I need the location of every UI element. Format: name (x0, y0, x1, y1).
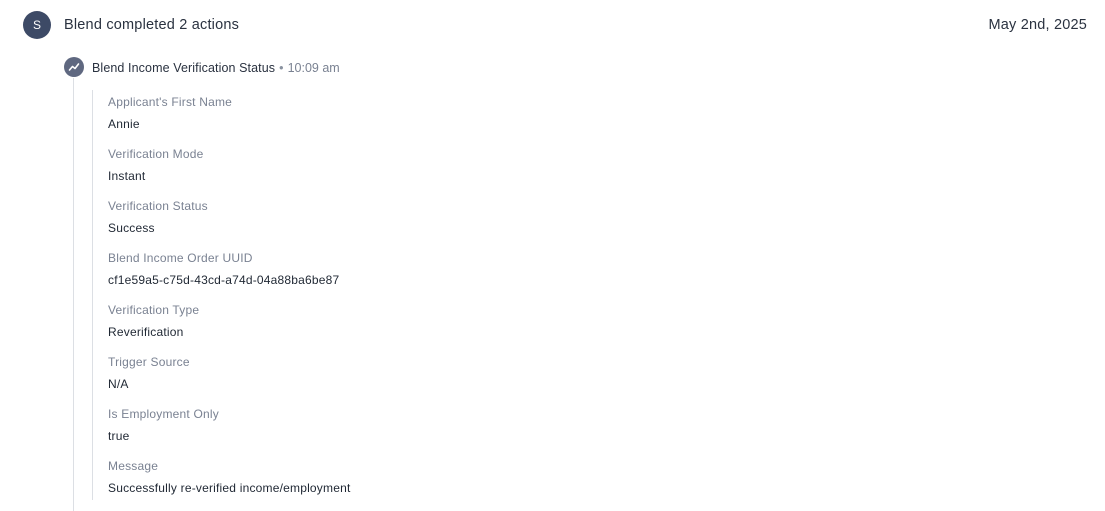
field-value: N/A (108, 377, 129, 391)
field-label: Verification Mode (108, 147, 204, 161)
field-message: Message Successfully re-verified income/… (108, 459, 351, 495)
field-value: true (108, 429, 130, 443)
field-label: Message (108, 459, 159, 473)
field-value: Reverification (108, 325, 184, 339)
field-label: Trigger Source (108, 355, 190, 369)
action-header: Blend Income Verification Status • 10:09 a… (92, 60, 340, 76)
avatar-letter: S (32, 18, 41, 32)
action-separator: • (279, 61, 284, 75)
field-applicant-first-name: Applicant's First Name Annie (108, 95, 232, 131)
field-verification-type: Verification Type Reverification (108, 303, 199, 339)
field-value: Annie (108, 117, 140, 131)
field-trigger-source: Trigger Source N/A (108, 355, 190, 391)
trend-line-icon (64, 57, 84, 77)
activity-title: Blend completed 2 actions (64, 17, 240, 33)
activity-date: May 2nd, 2025 (988, 17, 1087, 33)
details-divider (92, 90, 93, 500)
field-label: Verification Status (108, 199, 208, 213)
field-label: Blend Income Order UUID (108, 251, 253, 265)
action-time: 10:09 am (287, 61, 340, 75)
timeline-line (73, 78, 74, 511)
field-value: cf1e59a5-c75d-43cd-a74d-04a88ba6be87 (108, 273, 340, 287)
field-employment-only: Is Employment Only true (108, 407, 219, 443)
field-label: Is Employment Only (108, 407, 219, 421)
field-label: Verification Type (108, 303, 200, 317)
field-label: Applicant's First Name (108, 95, 233, 109)
avatar[interactable]: S (23, 11, 51, 39)
field-value: Instant (108, 169, 146, 183)
field-order-uuid: Blend Income Order UUID cf1e59a5-c75d-43… (108, 251, 339, 287)
field-verification-mode: Verification Mode Instant (108, 147, 203, 183)
field-value: Success (108, 221, 155, 235)
field-value: Successfully re-verified income/employme… (108, 481, 351, 495)
action-title[interactable]: Blend Income Verification Status (92, 61, 275, 75)
field-verification-status: Verification Status Success (108, 199, 208, 235)
